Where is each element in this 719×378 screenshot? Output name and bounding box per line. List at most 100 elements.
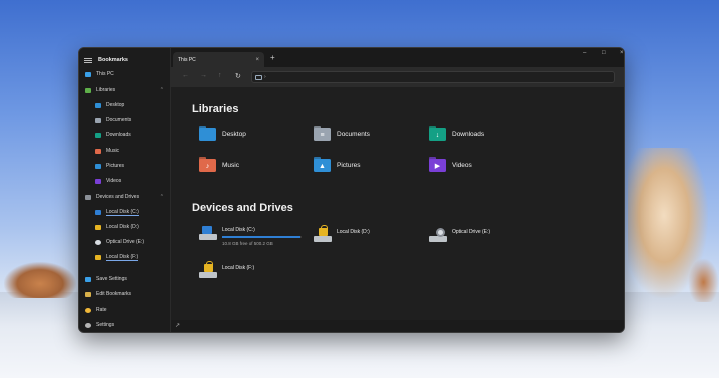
drive-label: Local Disk (F:) bbox=[222, 265, 255, 271]
sidebar-item-drive-f[interactable]: Local Disk (F:) bbox=[79, 250, 171, 264]
close-tab-icon[interactable]: × bbox=[255, 57, 259, 63]
downloads-folder-icon bbox=[95, 132, 101, 138]
drive-f[interactable]: Local Disk (F:) bbox=[199, 261, 255, 278]
sidebar-item-label: Optical Drive (E:) bbox=[106, 239, 145, 245]
library-desktop[interactable]: Desktop bbox=[199, 125, 246, 142]
breadcrumb-separator-icon[interactable]: › bbox=[264, 74, 266, 80]
videos-folder-icon bbox=[95, 178, 101, 184]
library-label: Music bbox=[222, 161, 239, 169]
devices-heading: Devices and Drives bbox=[192, 202, 293, 214]
music-folder-icon: ♪ bbox=[199, 156, 216, 172]
sidebar-item-label: Local Disk (F:) bbox=[106, 253, 139, 261]
sidebar-header[interactable]: Bookmarks bbox=[79, 52, 171, 68]
windows-drive-icon bbox=[199, 226, 217, 240]
sidebar-item-label: This PC bbox=[96, 71, 114, 77]
menu-icon[interactable] bbox=[84, 57, 92, 63]
sidebar-item-drive-d[interactable]: Local Disk (D:) bbox=[79, 220, 171, 234]
locked-drive-icon bbox=[95, 224, 101, 230]
drive-d[interactable]: Local Disk (D:) bbox=[314, 225, 370, 242]
main-content: Libraries Desktop ≡ Documents ↓ Download… bbox=[171, 87, 624, 320]
drive-label: Local Disk (C:) bbox=[222, 227, 255, 233]
library-downloads[interactable]: ↓ Downloads bbox=[429, 125, 485, 142]
library-music[interactable]: ♪ Music bbox=[199, 156, 239, 173]
tab-this-pc[interactable]: This PC × bbox=[173, 52, 264, 67]
drive-usage-bar bbox=[222, 236, 302, 238]
settings-button[interactable]: Settings bbox=[79, 318, 171, 332]
libraries-icon bbox=[85, 87, 91, 93]
drive-label: Local Disk (D:) bbox=[337, 229, 370, 235]
computer-icon bbox=[85, 71, 91, 77]
save-icon bbox=[85, 276, 91, 282]
sidebar-item-label: Music bbox=[106, 148, 120, 154]
sidebar-item-label: Videos bbox=[106, 178, 122, 184]
music-folder-icon bbox=[95, 148, 101, 154]
optical-drive-icon bbox=[95, 239, 101, 245]
refresh-icon[interactable]: ↻ bbox=[235, 72, 241, 80]
sidebar-item-label: Downloads bbox=[106, 132, 131, 138]
sidebar-item-label: Libraries bbox=[96, 87, 116, 93]
gear-icon bbox=[85, 322, 91, 328]
library-documents[interactable]: ≡ Documents bbox=[314, 125, 370, 142]
up-arrow-icon[interactable]: ↑ bbox=[218, 72, 222, 79]
library-label: Pictures bbox=[337, 161, 361, 169]
sidebar-item-label: Settings bbox=[96, 322, 115, 328]
file-explorer-window: Bookmarks This PC Libraries ⌃ Desktop Do… bbox=[78, 47, 625, 333]
windows-drive-icon bbox=[95, 209, 101, 215]
chevron-up-icon[interactable]: ⌃ bbox=[160, 87, 164, 93]
library-label: Videos bbox=[452, 161, 472, 169]
maximize-icon[interactable]: □ bbox=[602, 50, 606, 56]
close-window-icon[interactable]: × bbox=[620, 50, 624, 56]
sidebar: Bookmarks This PC Libraries ⌃ Desktop Do… bbox=[79, 48, 171, 332]
new-tab-button[interactable]: + bbox=[270, 53, 275, 62]
sidebar-item-devices[interactable]: Devices and Drives ⌃ bbox=[79, 190, 171, 204]
edit-bookmarks-button[interactable]: Edit Bookmarks bbox=[79, 287, 171, 301]
back-arrow-icon[interactable]: ← bbox=[182, 72, 189, 79]
resize-grip-icon[interactable]: ↗ bbox=[175, 322, 180, 329]
sidebar-item-documents[interactable]: Documents bbox=[79, 113, 171, 127]
sidebar-title: Bookmarks bbox=[98, 57, 128, 63]
edit-icon bbox=[85, 291, 91, 297]
locked-drive-icon bbox=[199, 261, 217, 278]
sidebar-item-drive-e[interactable]: Optical Drive (E:) bbox=[79, 235, 171, 249]
forward-arrow-icon[interactable]: → bbox=[200, 72, 207, 79]
libraries-heading: Libraries bbox=[192, 103, 239, 115]
sidebar-item-pictures[interactable]: Pictures bbox=[79, 159, 171, 173]
sidebar-item-label: Rate bbox=[96, 307, 107, 313]
videos-folder-icon: ▶ bbox=[429, 156, 446, 172]
sidebar-item-desktop[interactable]: Desktop bbox=[79, 98, 171, 112]
sidebar-item-downloads[interactable]: Downloads bbox=[79, 128, 171, 142]
drive-label: Optical Drive (E:) bbox=[452, 229, 491, 235]
optical-drive-icon bbox=[429, 228, 447, 242]
address-bar[interactable]: › bbox=[251, 71, 615, 83]
sidebar-item-label: Edit Bookmarks bbox=[96, 291, 132, 297]
locked-drive-icon bbox=[95, 254, 101, 260]
drives-icon bbox=[85, 194, 91, 200]
navigation-toolbar: ← → ↑ ↻ › bbox=[171, 67, 624, 87]
library-label: Downloads bbox=[452, 130, 485, 138]
downloads-folder-icon: ↓ bbox=[429, 125, 446, 141]
drive-c[interactable]: Local Disk (C:) 10.8 GB free of 500.2 GB bbox=[199, 226, 302, 246]
library-label: Desktop bbox=[222, 130, 246, 138]
star-icon bbox=[85, 307, 91, 313]
chevron-up-icon[interactable]: ⌃ bbox=[160, 194, 164, 200]
sidebar-item-this-pc[interactable]: This PC bbox=[79, 67, 171, 81]
library-pictures[interactable]: ▲ Pictures bbox=[314, 156, 361, 173]
sidebar-item-label: Save Settings bbox=[96, 276, 127, 282]
minimize-icon[interactable]: – bbox=[583, 50, 586, 56]
wallpaper-tree-left bbox=[4, 262, 76, 298]
sidebar-item-label: Desktop bbox=[106, 102, 125, 108]
sidebar-item-label: Local Disk (C:) bbox=[106, 208, 139, 216]
locked-drive-icon bbox=[314, 225, 332, 242]
save-settings-button[interactable]: Save Settings bbox=[79, 272, 171, 286]
library-label: Documents bbox=[337, 130, 370, 138]
sidebar-item-videos[interactable]: Videos bbox=[79, 174, 171, 188]
drive-e[interactable]: Optical Drive (E:) bbox=[429, 228, 490, 242]
tab-label: This PC bbox=[178, 56, 196, 63]
rate-button[interactable]: Rate bbox=[79, 303, 171, 317]
sidebar-item-music[interactable]: Music bbox=[79, 144, 171, 158]
sidebar-item-drive-c[interactable]: Local Disk (C:) bbox=[79, 205, 171, 219]
pictures-folder-icon: ▲ bbox=[314, 156, 331, 172]
sidebar-item-libraries[interactable]: Libraries ⌃ bbox=[79, 83, 171, 97]
documents-folder-icon: ≡ bbox=[314, 125, 331, 141]
library-videos[interactable]: ▶ Videos bbox=[429, 156, 472, 173]
